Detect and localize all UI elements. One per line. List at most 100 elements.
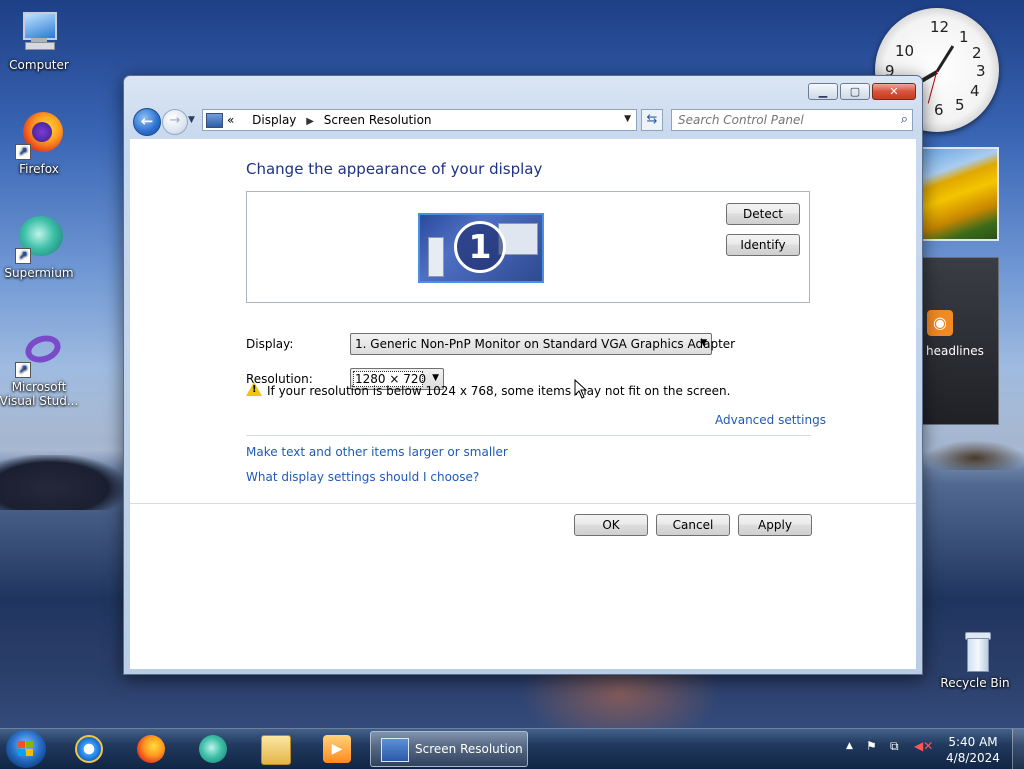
- taskbar: ▶ Screen Resolution ▲ ⚑ ⧉ ◀✕ 5:40 AM 4/8…: [0, 728, 1024, 769]
- taskbar-screen-resolution[interactable]: Screen Resolution: [370, 731, 528, 767]
- breadcrumb: « Display ▶ Screen Resolution: [227, 113, 432, 127]
- maximize-icon: ▢: [849, 85, 861, 98]
- divider: [130, 503, 916, 504]
- taskbar-supermium[interactable]: [188, 732, 238, 766]
- monitor-preview-window: [428, 237, 444, 277]
- shortcut-arrow-icon: ↗: [15, 362, 31, 378]
- action-center-flag-icon[interactable]: ⚑: [866, 739, 877, 753]
- taskbar-firefox[interactable]: [126, 732, 176, 766]
- monitor-number: 1: [454, 221, 506, 273]
- windows-logo-icon: [18, 741, 34, 757]
- divider: [246, 435, 811, 436]
- taskbar-media-player[interactable]: ▶: [312, 732, 362, 766]
- forward-arrow-icon: →: [169, 113, 181, 128]
- control-panel-icon: [206, 113, 223, 128]
- address-dropdown-icon[interactable]: ▼: [624, 114, 631, 124]
- clock-number: 10: [895, 42, 915, 60]
- display-select-value: 1. Generic Non-PnP Monitor on Standard V…: [355, 337, 736, 351]
- ok-button[interactable]: OK: [574, 514, 648, 536]
- recent-pages-dropdown[interactable]: ▼: [188, 115, 195, 125]
- monitor-1-thumbnail[interactable]: 1: [418, 213, 544, 283]
- search-input[interactable]: [678, 113, 883, 127]
- detect-button[interactable]: Detect: [726, 203, 800, 225]
- start-button[interactable]: [6, 730, 46, 768]
- text-size-link[interactable]: Make text and other items larger or smal…: [246, 445, 508, 459]
- desktop-wallpaper-rocks-right: [925, 440, 1024, 470]
- visual-studio-icon: ↗: [15, 330, 65, 378]
- maximize-button[interactable]: ▢: [840, 83, 870, 100]
- address-bar[interactable]: « Display ▶ Screen Resolution ▼: [202, 109, 637, 131]
- taskbar-clock[interactable]: 5:40 AM 4/8/2024: [944, 734, 1002, 766]
- feed-label: headlines: [926, 344, 984, 358]
- clock-number: 6: [934, 101, 944, 119]
- desktop-icon-recycle-bin[interactable]: Recycle Bin: [930, 630, 1020, 690]
- taskbar-file-explorer[interactable]: [250, 732, 300, 766]
- display-label: Display:: [246, 337, 294, 351]
- refresh-icon: ⇆: [646, 112, 658, 127]
- clock-number: 3: [976, 62, 986, 80]
- search-box[interactable]: ⌕: [671, 109, 913, 131]
- clock-number: 1: [959, 28, 969, 46]
- chevron-down-icon: ▼: [700, 338, 707, 348]
- desktop-icon-firefox[interactable]: ↗ Firefox: [0, 112, 84, 176]
- desktop-icon-label: Recycle Bin: [940, 676, 1010, 690]
- volume-muted-icon[interactable]: ◀✕: [914, 739, 933, 753]
- navigation-bar: ← → ▼ « Display ▶ Screen Resolution ▼ ⇆ …: [130, 106, 916, 136]
- rss-feed-icon: ◉: [927, 310, 953, 336]
- desktop-icon-supermium[interactable]: ↗ Supermium: [0, 216, 84, 280]
- desktop-icon-label: Firefox: [19, 162, 59, 176]
- recycle-bin-icon: [951, 630, 999, 674]
- desktop-icon-visual-studio[interactable]: ↗ Microsoft Visual Stud...: [0, 330, 84, 408]
- main-content: Change the appearance of your display 1 …: [130, 139, 916, 669]
- taskbar-date: 4/8/2024: [946, 751, 1000, 765]
- show-desktop-button[interactable]: [1012, 729, 1024, 769]
- chevron-down-icon: ▼: [432, 373, 439, 383]
- close-button[interactable]: ✕: [872, 83, 916, 100]
- taskbar-internet-explorer[interactable]: [64, 732, 114, 766]
- breadcrumb-overflow[interactable]: «: [227, 113, 234, 127]
- taskbar-time: 5:40 AM: [948, 735, 998, 749]
- breadcrumb-display[interactable]: Display: [252, 113, 296, 127]
- clock-minute-hand: [935, 45, 955, 73]
- search-icon[interactable]: ⌕: [901, 112, 908, 127]
- slideshow-gadget[interactable]: [921, 147, 999, 241]
- forward-button[interactable]: →: [162, 109, 188, 135]
- mouse-cursor-icon: [574, 379, 588, 399]
- show-hidden-icons-icon[interactable]: ▲: [846, 741, 853, 751]
- clock-number: 2: [972, 44, 982, 62]
- identify-button[interactable]: Identify: [726, 234, 800, 256]
- page-title: Change the appearance of your display: [246, 160, 543, 178]
- minimize-icon: ▁: [818, 85, 828, 98]
- breadcrumb-screen-resolution[interactable]: Screen Resolution: [324, 113, 432, 127]
- monitor-arrangement-panel: 1 Detect Identify: [246, 191, 810, 303]
- supermium-icon: ↗: [15, 216, 63, 264]
- back-button[interactable]: ←: [133, 108, 161, 136]
- cancel-button[interactable]: Cancel: [656, 514, 730, 536]
- desktop-icon-computer[interactable]: Computer: [0, 8, 84, 72]
- window-controls: ▁ ▢ ✕: [808, 83, 916, 100]
- clock-number: 5: [955, 96, 965, 114]
- advanced-settings-link[interactable]: Advanced settings: [715, 413, 826, 427]
- apply-button[interactable]: Apply: [738, 514, 812, 536]
- display-select[interactable]: 1. Generic Non-PnP Monitor on Standard V…: [350, 333, 735, 355]
- clock-number: 12: [930, 18, 950, 36]
- firefox-icon: ↗: [15, 112, 63, 160]
- desktop-wallpaper-rocks: [0, 455, 125, 510]
- minimize-button[interactable]: ▁: [808, 83, 838, 100]
- close-icon: ✕: [889, 85, 899, 98]
- taskbar-task-label: Screen Resolution: [415, 742, 523, 756]
- media-player-icon: ▶: [323, 735, 351, 763]
- warning-icon: !: [246, 382, 262, 396]
- computer-icon: [15, 8, 63, 56]
- breadcrumb-chevron-icon[interactable]: ▶: [306, 116, 314, 127]
- network-icon[interactable]: ⧉: [890, 739, 899, 754]
- supermium-icon: [199, 735, 227, 763]
- shortcut-arrow-icon: ↗: [15, 248, 31, 264]
- desktop-icon-label: Microsoft Visual Stud...: [0, 380, 79, 408]
- refresh-button[interactable]: ⇆: [641, 109, 663, 131]
- file-explorer-icon: [261, 735, 291, 765]
- screen-resolution-window[interactable]: ▁ ▢ ✕ ← → ▼ « Display ▶ Screen Resolutio…: [123, 75, 923, 675]
- display-help-link[interactable]: What display settings should I choose?: [246, 470, 479, 484]
- desktop-icon-label: Computer: [9, 58, 69, 72]
- feed-headlines-gadget[interactable]: ◉ headlines: [921, 257, 999, 425]
